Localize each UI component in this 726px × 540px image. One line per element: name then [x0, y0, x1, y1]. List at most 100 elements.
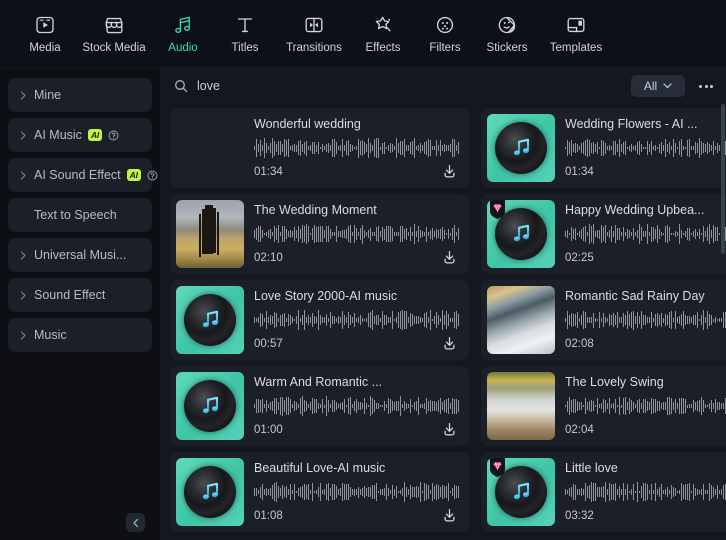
waveform-bar: [434, 486, 435, 499]
download-icon[interactable]: [440, 420, 459, 439]
waveform-bar: [627, 402, 628, 410]
waveform[interactable]: [254, 309, 459, 331]
download-icon[interactable]: [440, 162, 459, 181]
audio-thumbnail-photo[interactable]: [176, 200, 244, 268]
audio-thumbnail-music-note[interactable]: [487, 114, 555, 182]
sidebar-item-universal-musi[interactable]: Universal Musi...: [8, 238, 152, 272]
chevron-right-icon[interactable]: [18, 131, 28, 140]
waveform-bar: [370, 312, 371, 328]
audio-thumbnail-music-note[interactable]: [176, 458, 244, 526]
audio-thumbnail-photo[interactable]: [176, 114, 244, 182]
waveform-bar: [256, 399, 257, 414]
waveform[interactable]: [565, 223, 726, 245]
toolbar-tab-transitions[interactable]: Transitions: [276, 4, 352, 64]
waveform-bar: [691, 317, 692, 324]
vertical-scrollbar[interactable]: [721, 104, 725, 254]
download-icon[interactable]: [440, 248, 459, 267]
waveform-bar: [426, 141, 427, 156]
audio-card[interactable]: Happy Wedding Upbea...02:25: [481, 194, 726, 274]
audio-thumbnail-photo[interactable]: [487, 286, 555, 354]
audio-card[interactable]: Romantic Sad Rainy Day02:08: [481, 280, 726, 360]
sidebar-item-sound-effect[interactable]: Sound Effect: [8, 278, 152, 312]
chevron-right-icon[interactable]: [18, 331, 28, 340]
toolbar-tab-media[interactable]: Media: [14, 4, 76, 64]
toolbar-tab-effects[interactable]: Effects: [352, 4, 414, 64]
audio-card[interactable]: The Lovely Swing02:04: [481, 366, 726, 446]
waveform-bar: [430, 140, 431, 157]
waveform[interactable]: [254, 395, 459, 417]
waveform-bar: [683, 398, 684, 414]
waveform-bar: [617, 405, 618, 408]
audio-results-scroll[interactable]: Wonderful wedding01:34 Wedding Flowers -…: [160, 104, 726, 540]
audio-card[interactable]: Little love03:32: [481, 452, 726, 532]
download-icon[interactable]: [440, 506, 459, 525]
waveform-bar: [633, 228, 634, 239]
audio-thumbnail-music-note[interactable]: [176, 286, 244, 354]
toolbar-tab-audio[interactable]: Audio: [152, 4, 214, 64]
waveform-bar: [398, 143, 399, 154]
sidebar-item-ai-sound-effect[interactable]: AI Sound EffectAI: [8, 158, 152, 192]
chevron-right-icon[interactable]: [18, 251, 28, 260]
waveform[interactable]: [565, 395, 726, 417]
waveform-bar: [715, 489, 716, 495]
chevron-right-icon[interactable]: [18, 91, 28, 100]
waveform[interactable]: [565, 137, 726, 159]
audio-thumbnail-music-note[interactable]: [176, 372, 244, 440]
sidebar-item-mine[interactable]: Mine: [8, 78, 152, 112]
audio-card[interactable]: Wedding Flowers - AI ...01:34: [481, 108, 726, 188]
toolbar-tab-filters[interactable]: Filters: [414, 4, 476, 64]
audio-thumbnail-music-note[interactable]: [487, 200, 555, 268]
audio-browser: All Wonderful wedding01:34 Wedding Flowe…: [160, 68, 726, 540]
chevron-right-icon[interactable]: [18, 291, 28, 300]
waveform-bar: [298, 141, 299, 154]
waveform-bar: [374, 139, 375, 158]
waveform-bar: [378, 403, 379, 410]
more-options-button[interactable]: [696, 75, 716, 97]
audio-card[interactable]: Beautiful Love-AI music01:08: [170, 452, 469, 532]
audio-card[interactable]: Wonderful wedding01:34: [170, 108, 469, 188]
audio-card[interactable]: Love Story 2000-AI music00:57: [170, 280, 469, 360]
waveform-bar: [430, 310, 431, 329]
search-icon[interactable]: [174, 79, 188, 93]
waveform-bar: [603, 399, 604, 412]
toolbar-tab-titles[interactable]: Titles: [214, 4, 276, 64]
sidebar-item-text-to-speech[interactable]: Text to Speech: [8, 198, 152, 232]
search-input[interactable]: [197, 79, 622, 93]
sidebar-item-music[interactable]: Music: [8, 318, 152, 352]
waveform[interactable]: [565, 481, 726, 503]
help-icon[interactable]: [147, 170, 158, 181]
audio-thumbnail-music-note[interactable]: [487, 458, 555, 526]
waveform-bar: [294, 227, 295, 241]
waveform-bar: [675, 311, 676, 329]
toolbar-tab-templates[interactable]: Templates: [538, 4, 614, 64]
download-icon[interactable]: [440, 334, 459, 353]
waveform-bar: [416, 316, 417, 324]
waveform-bar: [336, 226, 337, 243]
chevron-right-icon[interactable]: [18, 171, 28, 180]
waveform-bar: [633, 146, 634, 150]
waveform[interactable]: [254, 481, 459, 503]
audio-card[interactable]: Warm And Romantic ...01:00: [170, 366, 469, 446]
audio-results-grid: Wonderful wedding01:34 Wedding Flowers -…: [170, 108, 720, 532]
waveform[interactable]: [254, 137, 459, 159]
audio-thumbnail-photo[interactable]: [487, 372, 555, 440]
waveform[interactable]: [254, 223, 459, 245]
waveform-bar: [577, 401, 578, 411]
waveform-bar: [450, 491, 451, 494]
filter-dropdown[interactable]: All: [631, 75, 685, 97]
audio-icon: [172, 13, 194, 37]
toolbar-tab-stickers[interactable]: Stickers: [476, 4, 538, 64]
waveform-bar: [424, 232, 425, 236]
waveform-bar: [410, 142, 411, 155]
waveform-bar: [426, 484, 427, 500]
waveform[interactable]: [565, 309, 726, 331]
audio-card[interactable]: The Wedding Moment02:10: [170, 194, 469, 274]
waveform-bar: [593, 483, 594, 501]
waveform-bar: [272, 316, 273, 323]
toolbar-tab-stock-media[interactable]: Stock Media: [76, 4, 152, 64]
collapse-sidebar-button[interactable]: [126, 513, 145, 532]
sidebar-item-ai-music[interactable]: AI MusicAI: [8, 118, 152, 152]
help-icon[interactable]: [108, 130, 119, 141]
waveform-bar: [262, 399, 263, 412]
download-glyph: [442, 508, 457, 523]
